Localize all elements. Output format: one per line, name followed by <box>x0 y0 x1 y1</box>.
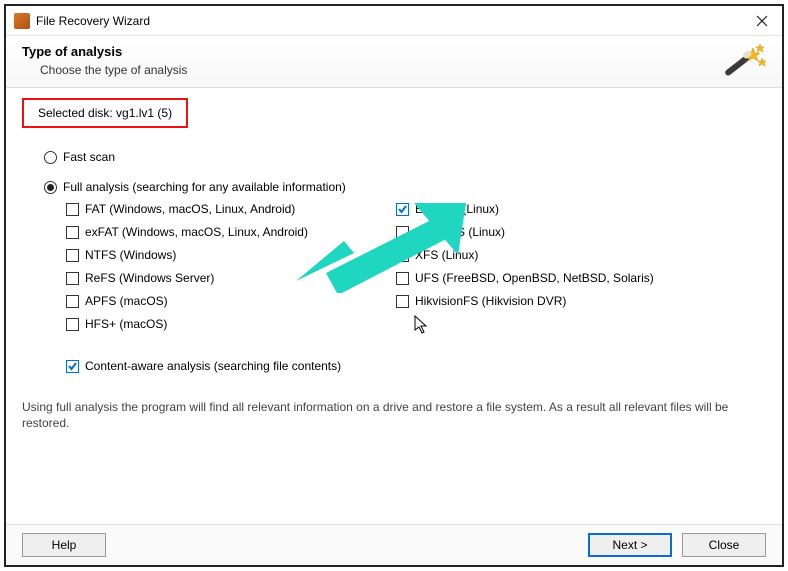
checkbox-icon <box>66 272 79 285</box>
checkbox-hikvisionfs[interactable]: HikvisionFS (Hikvision DVR) <box>396 294 696 308</box>
checkbox-icon <box>396 226 409 239</box>
checkbox-apfs[interactable]: APFS (macOS) <box>66 294 396 308</box>
checkbox-icon <box>66 249 79 262</box>
checkbox-icon <box>66 203 79 216</box>
app-icon <box>14 13 30 29</box>
wizard-header: Type of analysis Choose the type of anal… <box>6 36 782 88</box>
radio-icon <box>44 151 57 164</box>
checkbox-xfs[interactable]: XFS (Linux) <box>396 248 696 262</box>
close-button[interactable]: Close <box>682 533 766 557</box>
checkbox-label: exFAT (Windows, macOS, Linux, Android) <box>85 225 308 239</box>
checkbox-icon <box>396 249 409 262</box>
checkbox-reiserfs[interactable]: ReiserFS (Linux) <box>396 225 696 239</box>
checkbox-ufs[interactable]: UFS (FreeBSD, OpenBSD, NetBSD, Solaris) <box>396 271 696 285</box>
checkbox-label: HikvisionFS (Hikvision DVR) <box>415 294 566 308</box>
filesystem-options: FAT (Windows, macOS, Linux, Android) Ext… <box>66 202 766 331</box>
checkbox-label: ReiserFS (Linux) <box>415 225 505 239</box>
checkbox-icon <box>396 272 409 285</box>
radio-icon <box>44 181 57 194</box>
checkbox-icon <box>396 203 409 216</box>
checkbox-icon <box>396 295 409 308</box>
checkbox-icon <box>66 360 79 373</box>
checkbox-content-aware[interactable]: Content-aware analysis (searching file c… <box>66 359 766 373</box>
checkbox-label: XFS (Linux) <box>415 248 478 262</box>
help-button[interactable]: Help <box>22 533 106 557</box>
radio-label: Fast scan <box>63 150 115 164</box>
checkbox-label: Content-aware analysis (searching file c… <box>85 359 341 373</box>
checkbox-ext[interactable]: Ext2/3/4 (Linux) <box>396 202 696 216</box>
checkbox-refs[interactable]: ReFS (Windows Server) <box>66 271 396 285</box>
checkbox-icon <box>66 318 79 331</box>
checkbox-ntfs[interactable]: NTFS (Windows) <box>66 248 396 262</box>
next-button[interactable]: Next > <box>588 533 672 557</box>
wizard-footer: Help Next > Close <box>6 524 782 565</box>
radio-label: Full analysis (searching for any availab… <box>63 180 346 194</box>
window-title: File Recovery Wizard <box>36 14 150 28</box>
checkbox-exfat[interactable]: exFAT (Windows, macOS, Linux, Android) <box>66 225 396 239</box>
checkbox-icon <box>66 226 79 239</box>
wizard-window: File Recovery Wizard Type of analysis Ch… <box>4 4 784 567</box>
checkbox-label: FAT (Windows, macOS, Linux, Android) <box>85 202 295 216</box>
checkbox-label: UFS (FreeBSD, OpenBSD, NetBSD, Solaris) <box>415 271 654 285</box>
checkbox-label: HFS+ (macOS) <box>85 317 167 331</box>
page-title: Type of analysis <box>22 44 766 59</box>
selected-disk-prefix: Selected disk: <box>38 106 116 120</box>
checkbox-label: APFS (macOS) <box>85 294 168 308</box>
selected-disk-value: vg1.lv1 (5) <box>116 106 172 120</box>
checkbox-label: Ext2/3/4 (Linux) <box>415 202 499 216</box>
page-subtitle: Choose the type of analysis <box>40 63 766 77</box>
checkbox-label: ReFS (Windows Server) <box>85 271 214 285</box>
selected-disk-box: Selected disk: vg1.lv1 (5) <box>22 98 188 128</box>
window-close-button[interactable] <box>742 6 782 36</box>
checkbox-hfsplus[interactable]: HFS+ (macOS) <box>66 317 396 331</box>
checkbox-label: NTFS (Windows) <box>85 248 176 262</box>
titlebar: File Recovery Wizard <box>6 6 782 36</box>
radio-full-analysis[interactable]: Full analysis (searching for any availab… <box>44 180 766 194</box>
wizard-wand-icon <box>720 44 768 86</box>
mode-description: Using full analysis the program will fin… <box>22 399 766 431</box>
checkbox-icon <box>66 295 79 308</box>
checkbox-fat[interactable]: FAT (Windows, macOS, Linux, Android) <box>66 202 396 216</box>
radio-fast-scan[interactable]: Fast scan <box>44 150 766 164</box>
wizard-body: Selected disk: vg1.lv1 (5) Fast scan Ful… <box>6 88 782 524</box>
